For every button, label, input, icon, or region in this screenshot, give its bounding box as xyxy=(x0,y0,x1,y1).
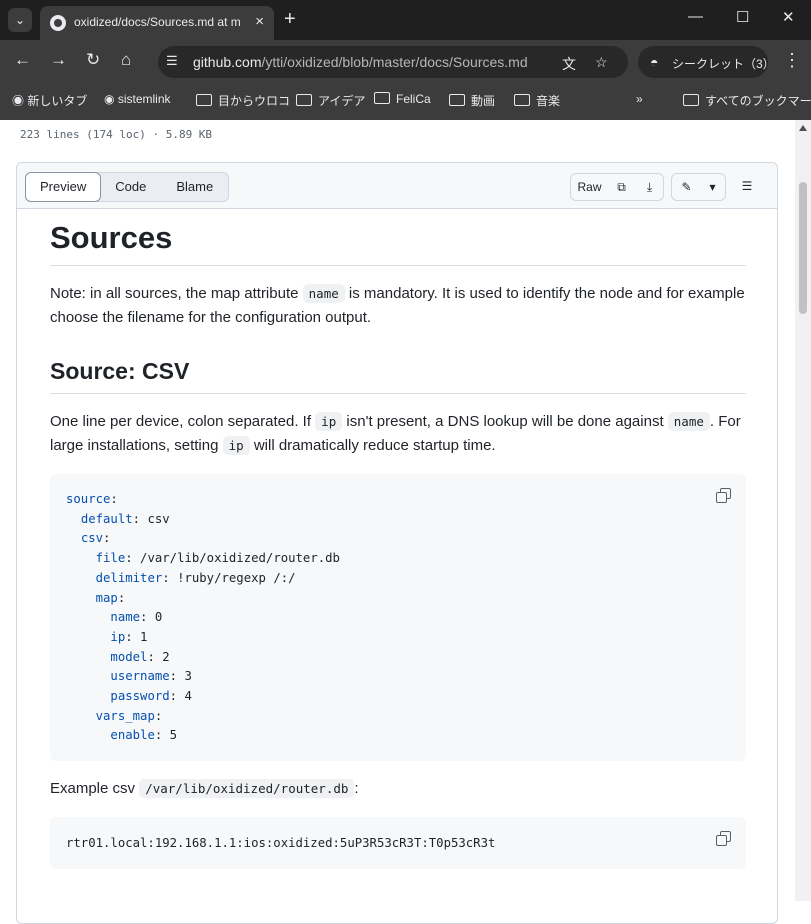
bookmark-new-tab[interactable]: ◉ 新しいタブ xyxy=(12,92,87,109)
view-switcher: Preview Code Blame xyxy=(25,172,230,202)
yaml-line: source: xyxy=(66,492,118,506)
file-meta: 223 lines (174 loc) · 5.89 KB xyxy=(20,128,213,141)
yaml-line: delimiter: !ruby/regexp /:/ xyxy=(95,570,296,585)
folder-icon xyxy=(683,94,699,106)
minimize-icon[interactable]: — xyxy=(688,8,703,25)
bookmark-star-icon[interactable]: ☆ xyxy=(595,54,608,71)
tab-bar: ⌄ oxidized/docs/Sources.md at m × + — ☐ … xyxy=(0,0,811,40)
yaml-line: model: 2 xyxy=(110,649,170,664)
forward-icon[interactable]: → xyxy=(50,50,67,70)
yaml-line: file: /var/lib/oxidized/router.db xyxy=(95,551,340,566)
home-icon[interactable]: ⌂ xyxy=(121,50,131,70)
yaml-line: csv: xyxy=(80,531,111,546)
yaml-line: username: 3 xyxy=(110,669,192,684)
csv-heading: Source: CSV xyxy=(50,356,746,394)
bookmark-sistemlink[interactable]: ◉ sistemlink xyxy=(104,92,171,106)
example-code: rtr01.local:192.168.1.1:ios:oxidized:5uP… xyxy=(66,836,496,850)
tab-search-button[interactable]: ⌄ xyxy=(8,8,32,32)
blame-tab[interactable]: Blame xyxy=(161,173,228,201)
close-tab-icon[interactable]: × xyxy=(255,13,264,30)
copy-code-icon[interactable] xyxy=(716,488,731,503)
folder-icon xyxy=(196,94,212,106)
bookmarks-bar: ◉ 新しいタブ ◉ sistemlink 目からウロコ アイデア FeliCa … xyxy=(0,84,811,120)
translate-icon[interactable]: 文 xyxy=(562,54,576,74)
yaml-line: ip: 1 xyxy=(110,629,148,644)
folder-icon xyxy=(449,94,465,106)
yaml-line: name: 0 xyxy=(110,610,163,625)
example-code-block[interactable]: rtr01.local:192.168.1.1:ios:oxidized:5uP… xyxy=(50,817,746,869)
folder-icon xyxy=(374,92,390,104)
vertical-scrollbar[interactable] xyxy=(795,120,811,901)
incognito-icon: ◓ xyxy=(650,54,659,70)
yaml-line: vars_map: xyxy=(95,708,163,723)
incognito-indicator[interactable]: ◓ シークレット（3） xyxy=(638,46,775,78)
url-text[interactable]: github.com/ytti/oxidized/blob/master/doc… xyxy=(193,54,528,70)
copy-raw-icon[interactable]: ⧉ xyxy=(607,173,637,201)
yaml-code-block[interactable]: source: default: csv csv: file: /var/lib… xyxy=(50,474,746,761)
toolbar: ← → ↻ ⌂ ☰ github.com/ytti/oxidized/blob/… xyxy=(0,40,811,84)
yaml-line: default: csv xyxy=(80,511,170,526)
bookmark-folder-1[interactable]: 目からウロコ xyxy=(196,92,290,109)
download-icon[interactable]: ⤓ xyxy=(636,173,664,201)
code-tab[interactable]: Code xyxy=(100,173,161,201)
bookmarks-overflow-icon[interactable]: » xyxy=(636,92,643,106)
all-bookmarks[interactable]: すべてのブックマーク xyxy=(683,92,811,109)
globe-icon: ◉ xyxy=(104,92,118,106)
new-tab-button[interactable]: + xyxy=(284,8,296,31)
yaml-code: source: default: csv csv: file: /var/lib… xyxy=(50,474,746,762)
scroll-up-arrow[interactable] xyxy=(799,125,807,131)
edit-dropdown-icon[interactable]: ▾ xyxy=(700,173,726,201)
github-icon xyxy=(50,15,66,31)
example-paragraph: Example csv /var/lib/oxidized/router.db: xyxy=(50,779,359,798)
tab-title: oxidized/docs/Sources.md at m xyxy=(74,15,241,29)
copy-code-icon[interactable] xyxy=(716,831,731,846)
bookmark-folder-5[interactable]: 音楽 xyxy=(514,92,560,109)
maximize-icon[interactable]: ☐ xyxy=(736,8,749,26)
back-icon[interactable]: ← xyxy=(14,50,31,70)
reload-icon[interactable]: ↻ xyxy=(86,50,100,70)
edit-icon[interactable]: ✎ xyxy=(671,173,702,201)
markdown-body: Sources Note: in all sources, the map at… xyxy=(50,219,746,869)
file-panel: Preview Code Blame Raw ⧉ ⤓ ✎ ▾ ☰ Sources… xyxy=(16,162,778,924)
file-header: Preview Code Blame Raw ⧉ ⤓ ✎ ▾ ☰ xyxy=(17,163,777,209)
yaml-line: enable: 5 xyxy=(110,728,178,743)
note-paragraph: Note: in all sources, the map attribute … xyxy=(50,284,745,326)
yaml-line: password: 4 xyxy=(110,689,192,704)
bookmark-folder-3[interactable]: FeliCa xyxy=(374,92,431,106)
scrollbar-thumb[interactable] xyxy=(799,182,807,314)
site-info-icon[interactable]: ☰ xyxy=(166,53,184,71)
outline-icon[interactable]: ☰ xyxy=(734,173,760,199)
page-content: 223 lines (174 loc) · 5.89 KB Preview Co… xyxy=(0,120,795,924)
bookmark-folder-4[interactable]: 動画 xyxy=(449,92,495,109)
active-tab[interactable]: oxidized/docs/Sources.md at m × xyxy=(40,6,274,40)
menu-icon[interactable]: ⋮ xyxy=(783,50,801,71)
csv-description: One line per device, colon separated. If… xyxy=(50,412,741,455)
folder-icon xyxy=(296,94,312,106)
folder-icon xyxy=(514,94,530,106)
preview-tab[interactable]: Preview xyxy=(25,172,102,202)
yaml-line: map: xyxy=(95,590,126,605)
browser-chrome: ⌄ oxidized/docs/Sources.md at m × + — ☐ … xyxy=(0,0,811,120)
raw-button[interactable]: Raw xyxy=(570,173,609,201)
close-window-icon[interactable]: ✕ xyxy=(782,8,795,26)
bookmark-folder-2[interactable]: アイデア xyxy=(296,92,365,109)
address-bar[interactable]: ☰ github.com/ytti/oxidized/blob/master/d… xyxy=(158,46,628,78)
doc-title: Sources xyxy=(50,219,746,266)
globe-icon: ◉ xyxy=(12,94,28,108)
